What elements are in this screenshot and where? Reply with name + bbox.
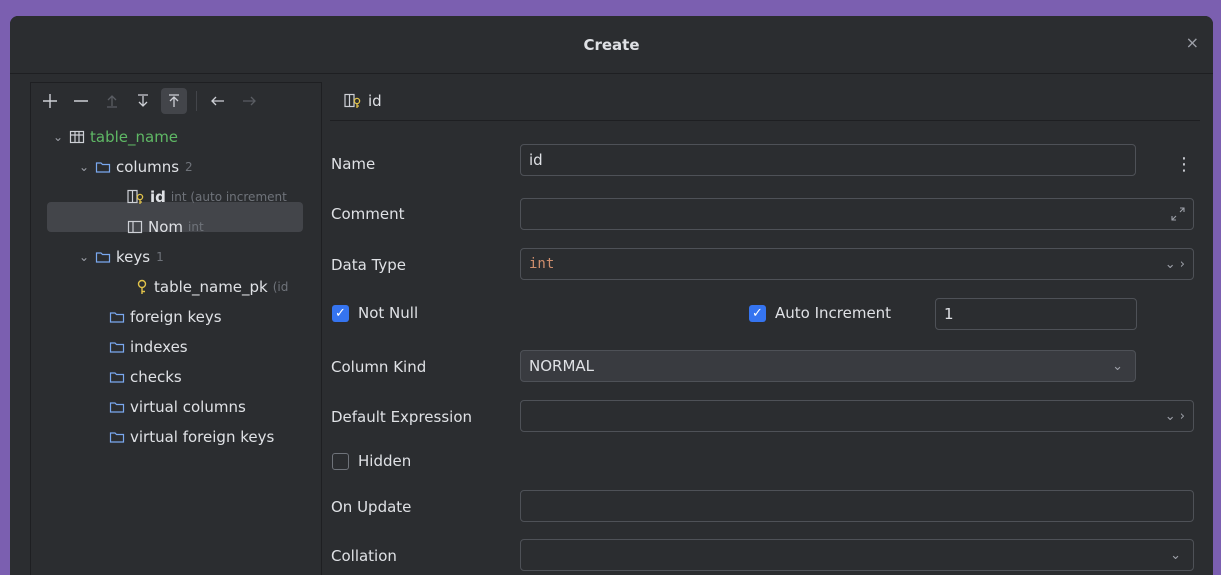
not-null-checkbox[interactable]: ✓ Not Null — [332, 304, 418, 322]
more-options-icon[interactable]: ⋮ — [1175, 154, 1193, 175]
virtual-foreign-keys-label: virtual foreign keys — [130, 428, 275, 446]
checks-label: checks — [130, 368, 182, 386]
forward-arrow-icon[interactable] — [236, 88, 262, 114]
collation-label: Collation — [331, 547, 397, 565]
foreign-keys-label: foreign keys — [130, 308, 222, 326]
data-type-value: int — [529, 256, 555, 272]
chevron-down-icon[interactable]: ⌄ — [79, 160, 95, 174]
folder-icon — [109, 309, 125, 325]
remove-icon[interactable] — [68, 88, 94, 114]
tree-node-virtual-foreign-keys[interactable]: virtual foreign keys — [109, 423, 274, 451]
column-kind-select[interactable]: NORMAL ⌄ — [520, 350, 1136, 382]
table-name-label: table_name — [90, 128, 179, 146]
collation-select[interactable]: ⌄ — [520, 539, 1194, 571]
editor-header-label: id — [368, 92, 382, 110]
chevron-down-right-icon[interactable]: ⌄ › — [1165, 409, 1185, 424]
expand-icon[interactable] — [1171, 207, 1185, 221]
chevron-down-icon[interactable]: ⌄ — [79, 250, 95, 264]
editor-header: id — [330, 82, 1200, 121]
tree-node-columns[interactable]: ⌄ columns 2 — [79, 153, 193, 181]
hidden-label: Hidden — [358, 452, 412, 470]
tree-node-primary-key[interactable]: table_name_pk (id — [135, 273, 288, 301]
column-icon — [127, 219, 143, 235]
auto-increment-value: 1 — [944, 305, 954, 323]
name-value: id — [529, 151, 543, 169]
data-type-label: Data Type — [331, 256, 407, 274]
move-to-top-icon[interactable] — [161, 88, 187, 114]
comment-label: Comment — [331, 205, 405, 223]
tree-node-foreign-keys[interactable]: foreign keys — [109, 303, 222, 331]
name-label: Name — [331, 155, 376, 173]
dialog-title: Create — [583, 35, 640, 54]
add-icon[interactable] — [37, 88, 63, 114]
folder-icon — [109, 339, 125, 355]
hidden-checkbox[interactable]: Hidden — [332, 452, 411, 470]
tree-node-table[interactable]: ⌄ table_name — [53, 123, 178, 151]
column-nom-meta: int — [188, 220, 204, 234]
tree-node-keys[interactable]: ⌄ keys 1 — [79, 243, 164, 271]
tree-node-column-id[interactable]: id int (auto increment — [127, 183, 287, 211]
auto-increment-checkbox[interactable]: ✓ Auto Increment — [749, 304, 891, 322]
title-bar: Create × — [10, 16, 1213, 74]
chevron-down-icon[interactable]: ⌄ — [1112, 359, 1123, 374]
default-expression-input[interactable]: ⌄ › — [520, 400, 1194, 432]
column-editor: id Name id ⋮ Comment Data Type int ⌄ › ✓… — [330, 82, 1213, 575]
tree-node-indexes[interactable]: indexes — [109, 333, 188, 361]
folder-icon — [95, 249, 111, 265]
table-icon — [69, 129, 85, 145]
keys-label: keys — [116, 248, 151, 266]
move-down-icon[interactable] — [130, 88, 156, 114]
checkmark-icon[interactable]: ✓ — [332, 304, 349, 322]
chevron-down-right-icon[interactable]: ⌄ › — [1165, 257, 1185, 272]
column-nom-label: Nom — [148, 218, 184, 236]
auto-increment-label: Auto Increment — [775, 304, 892, 322]
create-dialog: Create × ⌄ table_name ⌄ columns 2 id int… — [10, 16, 1213, 575]
move-up-icon[interactable] — [99, 88, 125, 114]
on-update-input[interactable] — [520, 490, 1194, 522]
auto-increment-start-input[interactable]: 1 — [935, 298, 1137, 330]
checkmark-icon[interactable]: ✓ — [749, 304, 766, 322]
primary-key-label: table_name_pk — [154, 278, 268, 296]
folder-icon — [109, 399, 125, 415]
comment-input[interactable] — [520, 198, 1194, 230]
data-type-input[interactable]: int ⌄ › — [520, 248, 1194, 280]
primary-key-column-icon — [127, 189, 145, 205]
keys-count: 1 — [156, 250, 164, 264]
folder-icon — [95, 159, 111, 175]
chevron-down-icon[interactable]: ⌄ — [1170, 548, 1181, 563]
indexes-label: indexes — [130, 338, 188, 356]
tree-node-virtual-columns[interactable]: virtual columns — [109, 393, 246, 421]
virtual-columns-label: virtual columns — [130, 398, 246, 416]
columns-count: 2 — [185, 160, 193, 174]
column-id-label: id — [150, 188, 166, 206]
key-icon — [135, 279, 149, 295]
toolbar-separator — [196, 91, 197, 111]
column-kind-value: NORMAL — [529, 357, 595, 375]
primary-key-meta: (id — [272, 280, 289, 294]
back-arrow-icon[interactable] — [205, 88, 231, 114]
checkbox-empty-icon[interactable] — [332, 452, 349, 470]
column-id-meta: int (auto increment — [170, 190, 287, 204]
tree-toolbar — [31, 83, 321, 119]
column-kind-label: Column Kind — [331, 358, 427, 376]
tree-node-column-nom[interactable]: Nom int — [127, 213, 204, 241]
folder-icon — [109, 429, 125, 445]
chevron-down-icon[interactable]: ⌄ — [53, 130, 69, 144]
tree-node-checks[interactable]: checks — [109, 363, 182, 391]
not-null-label: Not Null — [358, 304, 419, 322]
default-expression-label: Default Expression — [331, 408, 472, 426]
close-icon[interactable]: × — [1186, 33, 1199, 52]
columns-label: columns — [116, 158, 180, 176]
primary-key-column-icon — [344, 93, 362, 109]
folder-icon — [109, 369, 125, 385]
name-input[interactable]: id — [520, 144, 1136, 176]
on-update-label: On Update — [331, 498, 412, 516]
structure-tree-panel: ⌄ table_name ⌄ columns 2 id int (auto in… — [30, 82, 322, 575]
